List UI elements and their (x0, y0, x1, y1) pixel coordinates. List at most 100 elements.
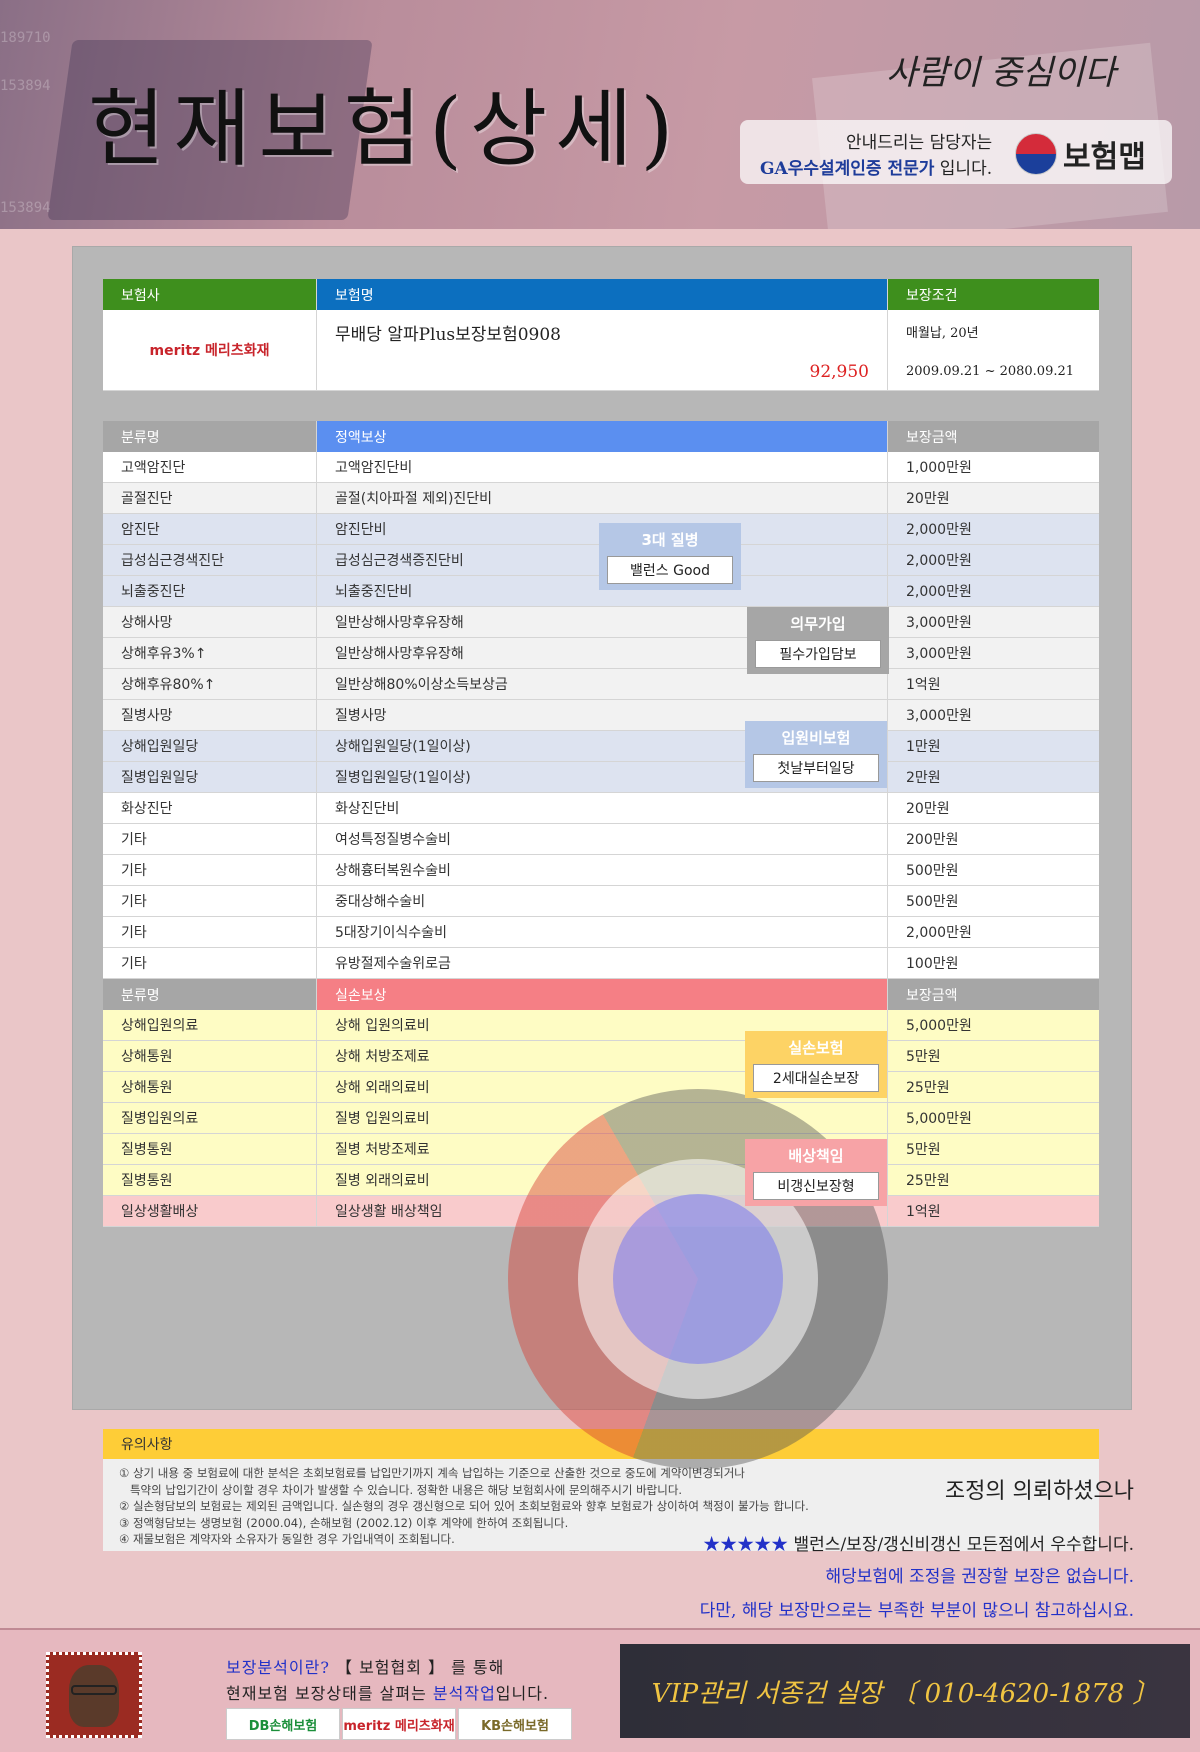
agent-photo-stamp (46, 1652, 142, 1738)
ga-line2: GA우수설계인증 전문가 입니다. (760, 154, 992, 179)
category-cell: 고액암진단 (103, 452, 317, 483)
amount-cell: 25만원 (888, 1165, 1099, 1196)
col-amount: 보장금액 (888, 421, 1099, 452)
kb-logo: KB손해보험 (458, 1708, 572, 1740)
ga-suffix: 입니다. (934, 159, 993, 179)
badge-sub: 첫날부터일당 (753, 754, 879, 782)
table-row: 일상생활배상 일상생활 배상책임 1억원 (103, 1196, 1099, 1227)
coverage-item-cell: 유방절제수술위로금 (317, 948, 888, 979)
badge-3-disease: 3대 질병 밸런스 Good (599, 523, 741, 590)
amount-cell: 3,000만원 (888, 607, 1099, 638)
ga-line1: 안내드리는 담당자는 (846, 133, 993, 153)
category-cell: 골절진단 (103, 483, 317, 514)
note-line: ② 실손형담보의 보험료는 제외된 금액입니다. 실손형의 경우 갱신형으로 되… (119, 1499, 809, 1513)
table-row: 기타 상해흉터복원수술비 500만원 (103, 855, 1099, 886)
category-cell: 상해사망 (103, 607, 317, 638)
badge-liability: 배상책임 비갱신보장형 (745, 1139, 887, 1206)
table-row: 상해사망 일반상해사망후유장해 3,000만원 (103, 607, 1099, 638)
col-category: 분류명 (103, 421, 317, 452)
badge-title: 3대 질병 (641, 531, 699, 549)
table-row: 기타 5대장기이식수술비 2,000만원 (103, 917, 1099, 948)
amount-cell: 25만원 (888, 1072, 1099, 1103)
amount-cell: 200만원 (888, 824, 1099, 855)
policy-summary-table: 보험사 보험명 보장조건 meritz 메리츠화재 무배당 알파Plus보장보험… (103, 279, 1099, 391)
policy-name-cell: 무배당 알파Plus보장보험0908 92,950 (317, 310, 888, 391)
background-number: 153894 (0, 200, 51, 216)
table-row: 상해입원일당 상해입원일당(1일이상) 1만원 (103, 731, 1099, 762)
coverage-item-cell: 중대상해수술비 (317, 886, 888, 917)
insurer-logos: DB손해보험 meritz 메리츠화재 KB손해보험 (226, 1708, 574, 1740)
amount-cell: 2,000만원 (888, 545, 1099, 576)
ga-info-box: 안내드리는 담당자는 GA우수설계인증 전문가 입니다. 보험맵 (740, 120, 1172, 184)
header-banner: 189710 153894 153894 현재보험(상세) 사람이 중심이다 안… (0, 0, 1200, 229)
brand-name: 보험맵 (1063, 140, 1146, 175)
policy-name: 무배당 알파Plus보장보험0908 (335, 325, 561, 345)
col-amount: 보장금액 (888, 979, 1099, 1010)
category-cell: 기타 (103, 917, 317, 948)
table-row: 상해후유80%↑ 일반상해80%이상소득보상금 1억원 (103, 669, 1099, 700)
amount-cell: 5만원 (888, 1134, 1099, 1165)
conclusion-line1-text: 밸런스/보장/갱신비갱신 모든점에서 우수합니다. (788, 1535, 1134, 1555)
coverage-table: 분류명 정액보상 보장금액 고액암진단 고액암진단비 1,000만원 골절진단 골절(치… (103, 421, 1099, 1551)
coverage-item-cell: 5대장기이식수술비 (317, 917, 888, 948)
table-row: 기타 여성특정질병수술비 200만원 (103, 824, 1099, 855)
badge-title: 실손보험 (788, 1039, 844, 1057)
badge-hospital: 입원비보험 첫날부터일당 (745, 721, 887, 788)
footer-line2-post: 입니다. (495, 1684, 550, 1703)
category-cell: 상해통원 (103, 1041, 317, 1072)
coverage-item-cell: 고액암진단비 (317, 452, 888, 483)
coverage-item-cell: 화상진단비 (317, 793, 888, 824)
category-cell: 상해입원일당 (103, 731, 317, 762)
glasses-icon (71, 1685, 117, 1695)
col-condition: 보장조건 (888, 279, 1099, 310)
badge-sub: 필수가입담보 (755, 640, 881, 668)
table-row: 질병입원의료 질병 입원의료비 5,000만원 (103, 1103, 1099, 1134)
category-cell: 상해입원의료 (103, 1010, 317, 1041)
footer-line1: 보장분석이란? 【 보험협회 】 를 통해 (226, 1654, 504, 1678)
note-line: ③ 정액형담보는 생명보험 (2000.04), 손해보험 (2002.12) … (119, 1515, 569, 1530)
note-line: ① 상기 내용 중 보험료에 대한 분석은 초회보험료를 납입만기까지 계속 납… (119, 1466, 745, 1480)
table-row: 기타 유방절제수술위로금 100만원 (103, 948, 1099, 979)
payment-term: 매월납, 20년 (906, 325, 979, 341)
footer-line2-highlight: 분석작업 (432, 1684, 496, 1703)
amount-cell: 100만원 (888, 948, 1099, 979)
badge-title: 입원비보험 (781, 729, 851, 747)
page-title: 현재보험(상세) (88, 80, 682, 178)
category-cell: 기타 (103, 948, 317, 979)
background-number: 189710 (0, 30, 51, 46)
table-row: 상해후유3%↑ 일반상해사망후유장해 3,000만원 (103, 638, 1099, 669)
amount-cell: 1억원 (888, 1196, 1099, 1227)
slogan: 사람이 중심이다 (886, 53, 1116, 93)
category-cell: 질병입원일당 (103, 762, 317, 793)
table-row: 상해통원 상해 처방조제료 5만원 (103, 1041, 1099, 1072)
amount-cell: 5만원 (888, 1041, 1099, 1072)
agent-face (69, 1665, 119, 1727)
badge-sub: 비갱신보장형 (753, 1172, 879, 1200)
insurer-logo: meritz 메리츠화재 (103, 310, 317, 391)
footer-line2-pre: 현재보험 보장상태를 살펴는 (226, 1684, 433, 1703)
badge-title: 의무가입 (790, 615, 846, 633)
table-row: 기타 중대상해수술비 500만원 (103, 886, 1099, 917)
table-row: 골절진단 골절(치아파절 제외)진단비 20만원 (103, 483, 1099, 514)
fixed-header-row: 분류명 정액보상 보장금액 (103, 421, 1099, 452)
category-cell: 일상생활배상 (103, 1196, 317, 1227)
ga-highlight: GA우수설계인증 전문가 (760, 159, 935, 179)
brand-logo: 보험맵 (1015, 132, 1146, 176)
notes-header: 유의사항 (103, 1429, 1099, 1459)
conclusion-line2: 해당보험에 조정을 권장할 보장은 없습니다. (825, 1567, 1134, 1587)
badge-actual: 실손보험 2세대실손보장 (745, 1031, 887, 1098)
category-cell: 상해후유80%↑ (103, 669, 317, 700)
taeguk-icon (1015, 133, 1057, 175)
badge-mandatory: 의무가입 필수가입담보 (747, 607, 889, 674)
conclusion-line3: 다만, 해당 보장만으로는 부족한 부분이 많으니 참고하십시요. (699, 1601, 1134, 1621)
table-row: 질병통원 질병 처방조제료 5만원 (103, 1134, 1099, 1165)
db-logo: DB손해보험 (226, 1708, 340, 1740)
coverage-item-cell: 질병 입원의료비 (317, 1103, 888, 1134)
table-row: 화상진단 화상진단비 20만원 (103, 793, 1099, 824)
amount-cell: 5,000만원 (888, 1010, 1099, 1041)
rating-stars: ★★★★★ (703, 1535, 789, 1555)
category-cell: 급성심근경색진단 (103, 545, 317, 576)
badge-sub: 밸런스 Good (607, 556, 733, 584)
category-cell: 질병사망 (103, 700, 317, 731)
category-cell: 상해통원 (103, 1072, 317, 1103)
